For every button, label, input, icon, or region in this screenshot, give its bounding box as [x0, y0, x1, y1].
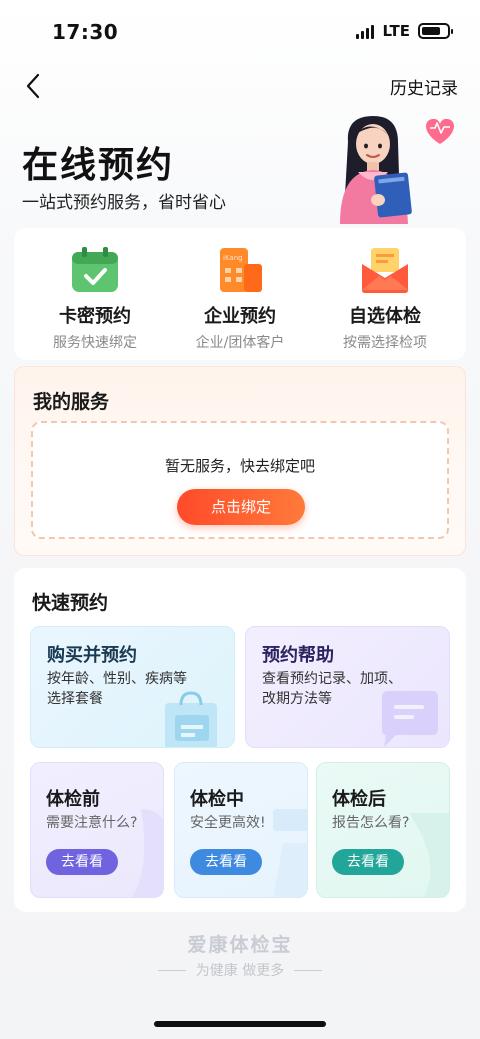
- buy-and-book-title: 购买并预约: [47, 645, 137, 666]
- entry-title: 自选体检: [349, 306, 421, 327]
- buy-and-book-desc-line1: 按年龄、性别、疾病等: [47, 671, 187, 687]
- entry-desc: 按需选择检项: [343, 335, 427, 351]
- during-exam-go-button[interactable]: 去看看: [190, 849, 262, 875]
- battery-icon: [418, 23, 453, 39]
- during-exam-title: 体检中: [190, 789, 244, 810]
- slogan-right-line: [294, 969, 323, 971]
- buy-and-book-card[interactable]: 购买并预约 按年龄、性别、疾病等 选择套餐: [30, 626, 235, 748]
- signal-icon: [356, 23, 375, 39]
- slogan-row: 为健康 做更多: [0, 960, 480, 980]
- service-empty-state: 暂无服务，快去绑定吧 点击绑定: [31, 421, 449, 539]
- calendar-check-icon: [69, 246, 121, 294]
- status-time: 17:30: [52, 20, 119, 44]
- buy-and-book-desc: 按年龄、性别、疾病等 选择套餐: [47, 669, 187, 709]
- history-link[interactable]: 历史记录: [390, 74, 458, 99]
- empty-state-text: 暂无服务，快去绑定吧: [164, 457, 315, 475]
- booking-help-desc: 查看预约记录、加项、 改期方法等: [262, 669, 402, 709]
- booking-help-desc-line1: 查看预约记录、加项、: [262, 671, 402, 687]
- entry-desc: 企业/团体客户: [195, 335, 285, 351]
- nurse-illustration: [340, 116, 454, 224]
- slogan-left-line: [157, 969, 186, 971]
- bind-button[interactable]: 点击绑定: [177, 489, 305, 525]
- booking-help-card[interactable]: 预约帮助 查看预约记录、加项、 改期方法等: [245, 626, 450, 748]
- network-label: LTE: [382, 22, 410, 40]
- before-exam-go-button[interactable]: 去看看: [46, 849, 118, 875]
- entry-title: 卡密预约: [59, 306, 131, 327]
- booking-help-desc-line2: 改期方法等: [262, 691, 332, 707]
- booking-entry-card: 卡密预约 服务快速绑定 iKang 企业预约 企业/团体客户 自选体检 按需选择…: [14, 228, 466, 360]
- page-subtitle: 一站式预约服务，省时省心: [22, 193, 226, 213]
- booking-help-title: 预约帮助: [262, 645, 334, 666]
- after-exam-desc: 报告怎么看?: [332, 815, 410, 831]
- slogan-text: 为健康 做更多: [195, 963, 285, 979]
- quick-booking-card: 快速预约 购买并预约 按年龄、性别、疾病等 选择套餐 预约帮助 查看预约记录、加…: [14, 568, 466, 912]
- building-icon: iKang: [214, 246, 266, 294]
- entry-card-custom-exam[interactable]: 自选体检 按需选择检项: [310, 246, 460, 352]
- status-bar: 17:30 LTE: [0, 0, 480, 60]
- during-exam-card[interactable]: 体检中 安全更高效! 去看看: [174, 762, 308, 898]
- nav-bar: 历史记录: [0, 60, 480, 112]
- my-service-card: 我的服务 暂无服务，快去绑定吧 点击绑定: [14, 366, 466, 556]
- back-button[interactable]: [18, 70, 50, 102]
- hero-section: 在线预约 一站式预约服务，省时省心: [0, 112, 480, 232]
- chevron-left-icon: [26, 73, 40, 99]
- entry-card-code-booking[interactable]: 卡密预约 服务快速绑定: [20, 246, 170, 352]
- entry-card-enterprise-booking[interactable]: iKang 企业预约 企业/团体客户: [165, 246, 315, 352]
- section-title-my-service: 我的服务: [33, 391, 110, 413]
- before-exam-title: 体检前: [46, 789, 100, 810]
- after-exam-go-button[interactable]: 去看看: [332, 849, 404, 875]
- entry-desc: 服务快速绑定: [53, 335, 137, 351]
- after-exam-title: 体检后: [332, 789, 386, 810]
- during-exam-desc: 安全更高效!: [190, 815, 266, 831]
- home-indicator[interactable]: [154, 1021, 326, 1027]
- buy-and-book-desc-line2: 选择套餐: [47, 691, 103, 707]
- before-exam-desc: 需要注意什么?: [46, 815, 138, 831]
- envelope-icon: [359, 246, 411, 294]
- status-indicators: LTE: [356, 22, 453, 40]
- decor-shape: [273, 809, 307, 897]
- page-title: 在线预约: [22, 145, 175, 186]
- after-exam-card[interactable]: 体检后 报告怎么看? 去看看: [316, 762, 450, 898]
- entry-title: 企业预约: [204, 306, 276, 327]
- building-icon-text: iKang: [223, 254, 243, 262]
- brand-name: 爱康体检宝: [187, 934, 293, 956]
- section-title-quick-booking: 快速预约: [32, 592, 109, 614]
- before-exam-card[interactable]: 体检前 需要注意什么? 去看看: [30, 762, 164, 898]
